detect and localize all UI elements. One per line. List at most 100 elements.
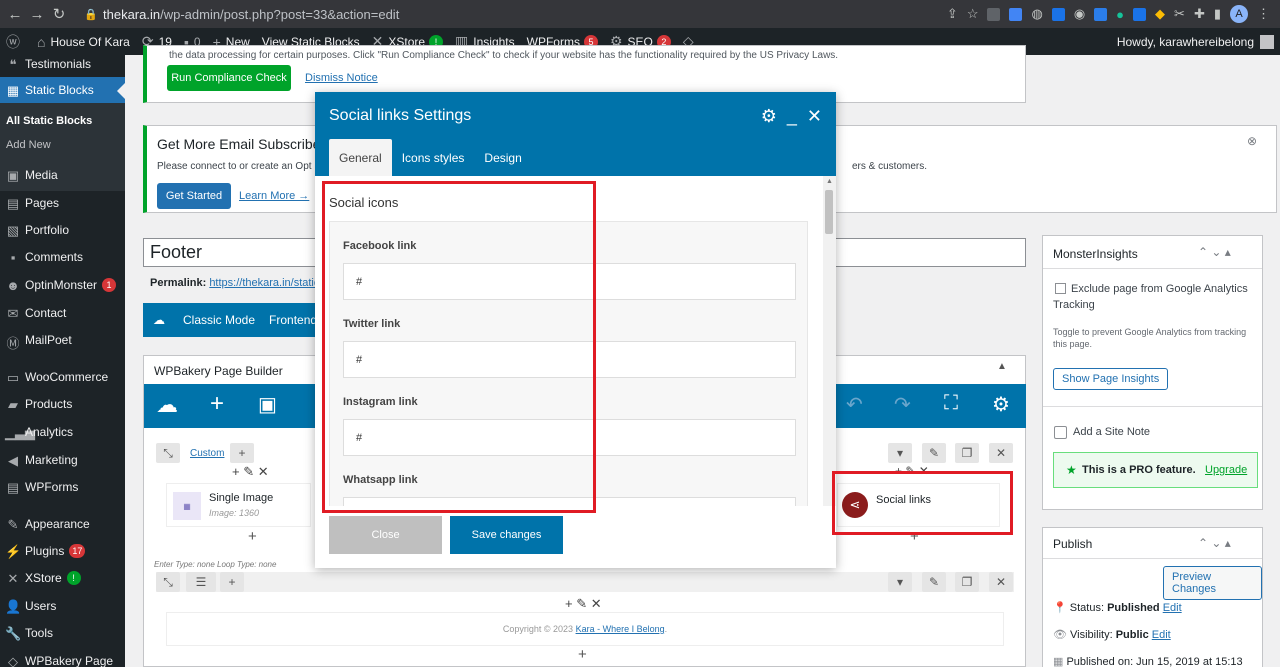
row-delete-icon[interactable]: ✕ [989, 572, 1013, 592]
extension-icon[interactable] [987, 7, 1001, 21]
scroll-up-icon[interactable]: ▲ [826, 178, 833, 185]
sidebar-item-pages[interactable]: ▤ Pages [0, 190, 125, 216]
upgrade-link[interactable]: Upgrade [1205, 464, 1247, 476]
fullscreen-icon[interactable]: ⛶ [944, 392, 958, 415]
sidebar-item-users[interactable]: 👤 Users [0, 593, 125, 619]
row-drag-icon[interactable]: ⤡ [156, 572, 180, 592]
sidepanel-icon[interactable]: ▮ [1214, 6, 1221, 22]
sidebar-item-tools[interactable]: 🔧 Tools [0, 620, 125, 646]
row-delete-icon[interactable]: ✕ [989, 443, 1013, 463]
show-page-insights-button[interactable]: Show Page Insights [1053, 368, 1169, 390]
extension-icon[interactable] [1009, 7, 1023, 21]
dismiss-notice-link[interactable]: Dismiss Notice [305, 72, 378, 84]
tab-design[interactable]: Design [474, 139, 531, 176]
sidebar-item-woocommerce[interactable]: ▭ WooCommerce [0, 364, 125, 390]
add-element-plus[interactable]: + [248, 528, 257, 545]
calendar-icon[interactable] [1133, 7, 1147, 21]
site-name-link[interactable]: ⌂ House Of Kara [31, 28, 136, 55]
row-edit-icon[interactable]: ✎ [922, 572, 946, 592]
sidebar-item-testimonials[interactable]: ❝ Testimonials [0, 55, 125, 77]
account-menu[interactable]: Howdy, karawhereibelong [1111, 28, 1280, 55]
tab-icons-styles[interactable]: Icons styles [392, 139, 475, 176]
menu-icon[interactable]: ⋮ [1257, 6, 1270, 22]
sidebar-item-optinmonster[interactable]: ☻ OptinMonster 1 [0, 272, 125, 298]
sidebar-item-portfolio[interactable]: ▧ Portfolio [0, 217, 125, 243]
globe-icon[interactable]: ◍ [1031, 6, 1042, 22]
address-bar[interactable]: 🔒 thekara.in /wp-admin/post.php?post=33&… [84, 7, 947, 22]
wp-logo[interactable]: ⓦ [0, 28, 31, 55]
get-started-button[interactable]: Get Started [157, 183, 231, 209]
add-element-plus-row2[interactable]: + [578, 646, 587, 663]
close-icon[interactable]: ✕ [807, 106, 822, 127]
sidebar-item-appearance[interactable]: ✎ Appearance [0, 511, 125, 537]
submenu-all-static-blocks[interactable]: All Static Blocks [6, 115, 92, 127]
back-icon[interactable]: ← [4, 6, 26, 23]
star-icon[interactable]: ☆ [967, 6, 979, 22]
custom-layout-link[interactable]: Custom [190, 448, 224, 459]
sidebar-item-products[interactable]: ▰ Products [0, 391, 125, 417]
sidebar-item-static-blocks[interactable]: ▦ Static Blocks [0, 77, 125, 103]
row-clone-icon[interactable]: ❐ [955, 572, 979, 592]
sidebar-item-comments[interactable]: ▪ Comments [0, 244, 125, 270]
column-controls[interactable]: + ✎ ✕ [232, 464, 269, 480]
frontend-button[interactable]: Frontend [269, 313, 317, 327]
tab-general[interactable]: General [329, 139, 392, 176]
extension-icon[interactable]: ✂ [1174, 6, 1185, 22]
box-controls[interactable]: ⌃ ⌄ ▴ [1198, 245, 1231, 259]
sidebar-item-xstore[interactable]: ✕ XStore! [0, 565, 125, 591]
row-drag-icon[interactable]: ⤡ [156, 443, 180, 463]
row-collapse-icon[interactable]: ▾ [888, 443, 912, 463]
extension-icon[interactable]: ◆ [1155, 6, 1165, 22]
copyright-element[interactable]: Copyright © 2023 Kara - Where I Belong. [166, 612, 1004, 646]
box-controls[interactable]: ⌃ ⌄ ▴ [1198, 536, 1231, 550]
forward-icon[interactable]: → [26, 6, 48, 23]
sidebar-item-marketing[interactable]: ◀ Marketing [0, 447, 125, 473]
row-clone-icon[interactable]: ❐ [955, 443, 979, 463]
share-icon[interactable]: ⇪ [947, 6, 958, 22]
submenu-add-new[interactable]: Add New [6, 139, 51, 151]
sidebar-item-analytics[interactable]: ▁▃▅ Analytics [0, 419, 125, 445]
preview-changes-button[interactable]: Preview Changes [1163, 566, 1262, 600]
single-image-element[interactable]: ▦ Single Image Image: 1360 [166, 483, 311, 527]
edit-visibility-link[interactable]: Edit [1152, 629, 1171, 641]
run-compliance-button[interactable]: Run Compliance Check [167, 65, 291, 91]
row-add-icon[interactable]: + [230, 443, 254, 463]
sidebar-item-plugins[interactable]: ⚡ Plugins 17 [0, 538, 125, 564]
scrollbar-thumb[interactable] [825, 190, 833, 234]
sidebar-item-contact[interactable]: ✉ Contact [0, 300, 125, 326]
add-element-icon[interactable]: + [210, 390, 224, 418]
camera-icon[interactable]: ◉ [1074, 6, 1085, 22]
profile-avatar[interactable]: A [1230, 5, 1248, 23]
undo-icon[interactable]: ↶ [846, 392, 863, 417]
permalink-url[interactable]: https://thekara.in/staticb [209, 277, 325, 289]
panel-toggle-icon[interactable]: ▲ [997, 361, 1007, 372]
close-button[interactable]: Close [329, 516, 442, 554]
minimize-icon[interactable]: _ [787, 106, 797, 127]
sidebar-item-wpbakery[interactable]: ◇ WPBakery Page [0, 648, 125, 667]
gear-icon[interactable]: ⚙ [761, 106, 777, 127]
row-add-icon[interactable]: + [220, 572, 244, 592]
classic-mode-button[interactable]: Classic Mode [183, 313, 255, 327]
reload-icon[interactable]: ↻ [48, 5, 70, 23]
edit-status-link[interactable]: Edit [1163, 602, 1182, 614]
row-layout-icon[interactable]: ☰ [186, 572, 216, 592]
site-note-checkbox[interactable] [1054, 426, 1067, 439]
learn-more-link[interactable]: Learn More → [239, 190, 309, 202]
puzzle-icon[interactable]: ✚ [1194, 6, 1205, 22]
templates-icon[interactable]: ▣ [258, 392, 277, 417]
redo-icon[interactable]: ↷ [894, 392, 911, 417]
grammarly-icon[interactable]: ● [1116, 7, 1124, 22]
translate-icon[interactable] [1051, 7, 1065, 21]
howdy-text: Howdy, karawhereibelong [1116, 34, 1254, 49]
row-edit-icon[interactable]: ✎ [922, 443, 946, 463]
sidebar-item-mailpoet[interactable]: Ⓜ MailPoet [0, 327, 125, 353]
save-changes-button[interactable]: Save changes [450, 516, 563, 554]
close-icon[interactable]: ⊗ [1247, 134, 1257, 148]
modal-scrollbar[interactable]: ▲ [823, 176, 836, 506]
extension-icon[interactable] [1094, 7, 1108, 21]
settings-icon[interactable]: ⚙ [992, 392, 1010, 417]
sidebar-item-wpforms[interactable]: ▤ WPForms [0, 474, 125, 500]
sidebar-item-media[interactable]: ▣ Media [0, 162, 125, 188]
column-controls-row2[interactable]: + ✎ ✕ [565, 596, 602, 612]
row-collapse-icon[interactable]: ▾ [888, 572, 912, 592]
